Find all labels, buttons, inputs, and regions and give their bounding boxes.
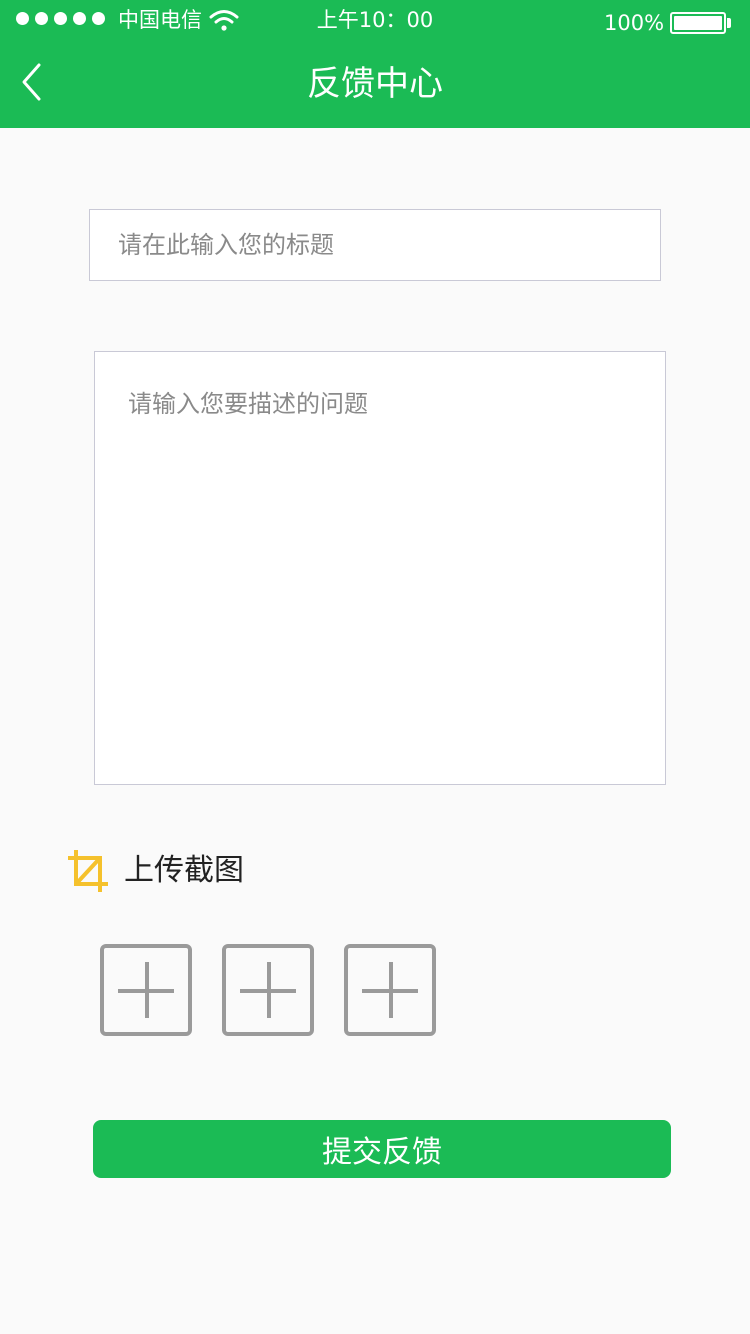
add-screenshot-button-3[interactable] <box>344 944 436 1036</box>
submit-feedback-button[interactable]: 提交反馈 <box>93 1120 671 1178</box>
feedback-screen: 中国电信 上午10：00 100% 反馈中心 上传截图 <box>0 0 750 1334</box>
upload-screenshot-text: 上传截图 <box>124 853 244 888</box>
title-input[interactable] <box>89 209 661 281</box>
battery-icon <box>670 12 726 34</box>
battery-percent: 100% <box>604 11 665 35</box>
crop-icon <box>68 850 108 892</box>
battery-tip <box>727 18 731 28</box>
header: 中国电信 上午10：00 100% 反馈中心 <box>0 0 750 128</box>
description-input[interactable] <box>94 351 666 785</box>
page-title: 反馈中心 <box>307 64 443 104</box>
upload-screenshot-label: 上传截图 <box>66 848 244 894</box>
screenshot-slots <box>100 944 436 1036</box>
add-screenshot-button-1[interactable] <box>100 944 192 1036</box>
add-screenshot-button-2[interactable] <box>222 944 314 1036</box>
status-bar: 中国电信 上午10：00 100% <box>0 0 750 44</box>
